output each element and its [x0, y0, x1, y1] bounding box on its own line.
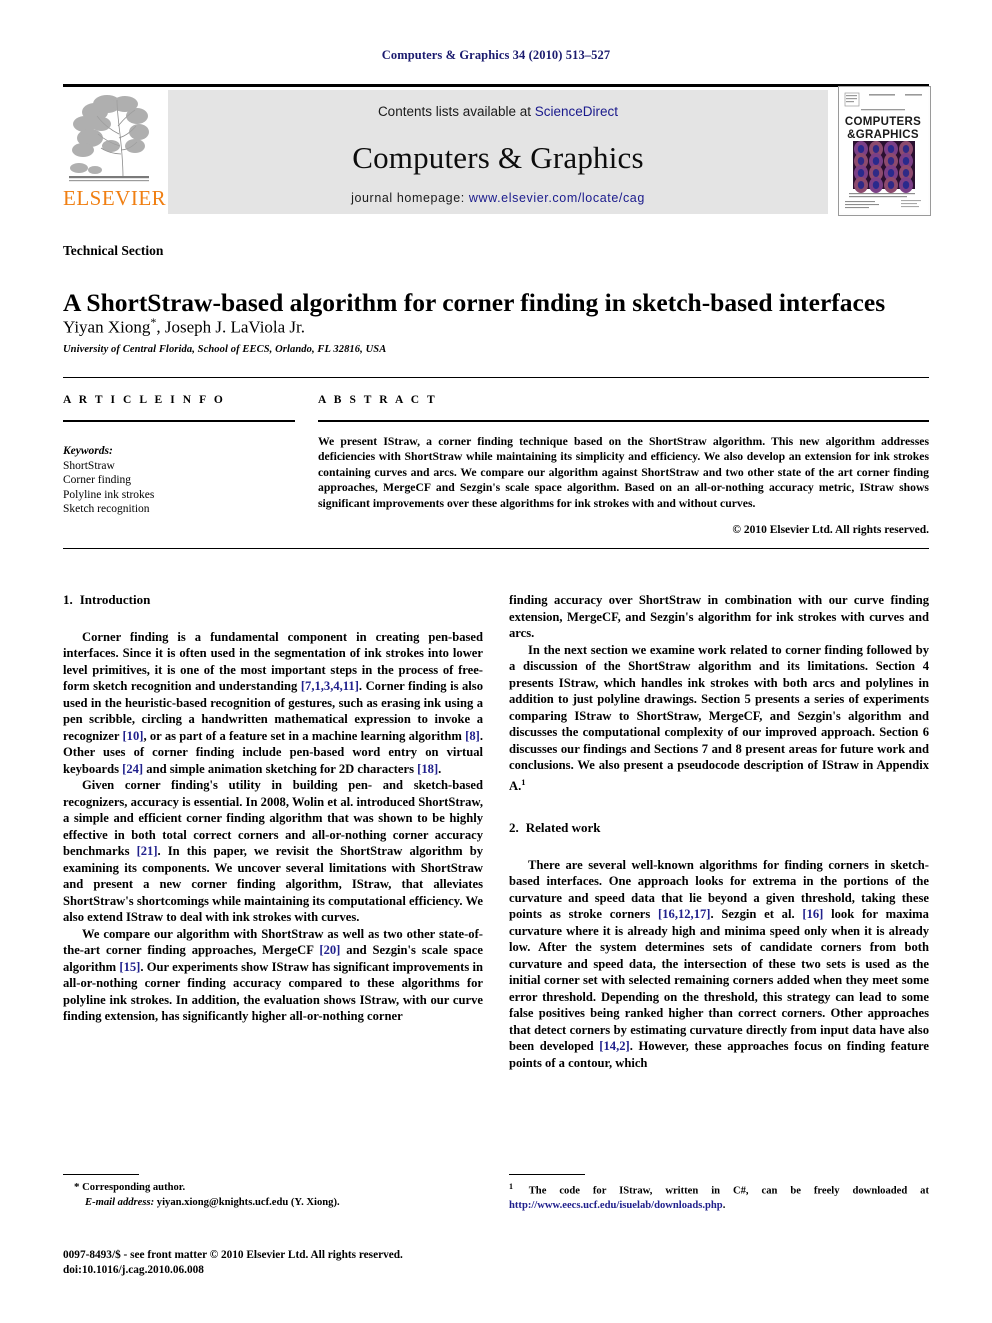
- doi-line: doi:10.1016/j.cag.2010.06.008: [63, 1263, 204, 1276]
- affiliation: University of Central Florida, School of…: [63, 344, 387, 355]
- body-column-right: finding accuracy over ShortStraw in comb…: [509, 592, 929, 1071]
- section-title: Introduction: [79, 592, 151, 607]
- svg-text:COMPUTERS: COMPUTERS: [845, 116, 921, 128]
- footnote-reference[interactable]: 1: [521, 777, 525, 787]
- keywords-label: Keywords:: [63, 445, 113, 457]
- citation-link[interactable]: [8]: [465, 729, 480, 743]
- text-run: .: [438, 761, 442, 776]
- contents-lists-line: Contents lists available at ScienceDirec…: [168, 104, 828, 119]
- page-title: A ShortStraw-based algorithm for corner …: [63, 288, 886, 318]
- keyword-item: Corner finding: [63, 474, 132, 486]
- running-head: Computers & Graphics 34 (2010) 513–527: [381, 48, 611, 62]
- info-band-top-rule: [63, 377, 929, 378]
- citation-link[interactable]: [18]: [417, 762, 438, 776]
- keyword-item: Polyline ink strokes: [63, 488, 155, 501]
- section-heading-related-work: 2. Related work: [509, 820, 929, 837]
- footnote-right: 1 The code for IStraw, written in C#, ca…: [509, 1180, 929, 1214]
- footnote-left: * Corresponding author. E-mail address: …: [63, 1180, 483, 1210]
- section-title: Related work: [525, 820, 601, 836]
- corresponding-author-note: * Corresponding author.: [63, 1180, 483, 1196]
- citation-link[interactable]: [7,1,3,4,11]: [301, 679, 359, 693]
- text-run: The code for IStraw, written in C#, can …: [516, 1185, 929, 1197]
- journal-title: Computers & Graphics: [352, 140, 644, 175]
- article-info-rule: [63, 420, 295, 422]
- section-heading-introduction: 1. Introduction: [63, 592, 483, 609]
- email-label: E-mail address:: [85, 1196, 155, 1208]
- info-band-bottom-rule: [63, 548, 929, 549]
- citation-link[interactable]: [10]: [122, 729, 143, 743]
- abstract-heading: A B S T R A C T: [318, 394, 438, 406]
- contents-prefix: Contents lists available at: [377, 104, 535, 119]
- citation-link[interactable]: [16]: [802, 907, 823, 921]
- text-run: , or as part of a feature set in a machi…: [143, 728, 466, 743]
- issn-line: 0097-8493/$ - see front matter © 2010 El…: [63, 1249, 403, 1261]
- abstract-text: We present IStraw, a corner finding tech…: [318, 435, 929, 510]
- keywords-block: Keywords: ShortStraw Corner finding Poly…: [63, 444, 295, 517]
- elsevier-logo: ELSEVIER: [63, 90, 167, 214]
- text-run: Corresponding author.: [79, 1182, 186, 1193]
- citation-link[interactable]: [20]: [319, 943, 340, 957]
- technical-section-label: Technical Section: [63, 243, 164, 258]
- email-note: E-mail address: yiyan.xiong@knights.ucf.…: [63, 1196, 483, 1211]
- paragraph: In the next section we examine work rela…: [509, 642, 929, 795]
- author-secondary: , Joseph J. LaViola Jr.: [156, 317, 306, 337]
- paragraph-continued: finding accuracy over ShortStraw in comb…: [509, 593, 929, 640]
- journal-masthead: ELSEVIER Contents lists available at Sci…: [63, 84, 931, 216]
- text-run: look for maxima curvature where it is al…: [509, 907, 929, 1054]
- masthead-top-rule: [63, 84, 929, 87]
- abstract-rule: [318, 420, 929, 422]
- journal-cover-thumbnail: COMPUTERS &GRAPHICS: [838, 86, 931, 216]
- footnote-number: 1: [509, 1182, 513, 1191]
- text-run: . Sezgin et al.: [710, 907, 803, 922]
- journal-homepage-link[interactable]: www.elsevier.com/locate/cag: [469, 191, 645, 205]
- issn-block: 0097-8493/$ - see front matter © 2010 El…: [63, 1248, 493, 1277]
- article-page: Computers & Graphics 34 (2010) 513–527 E…: [0, 0, 992, 1323]
- section-number: 2.: [509, 820, 519, 836]
- footnote-rule-left: [63, 1174, 139, 1175]
- keyword-item: Sketch recognition: [63, 503, 150, 515]
- paragraph: Given corner finding's utility in buildi…: [63, 777, 483, 926]
- svg-text:&GRAPHICS: &GRAPHICS: [847, 129, 919, 141]
- body-column-left: 1. Introduction Corner finding is a funda…: [63, 592, 483, 1025]
- citation-link[interactable]: [24]: [122, 762, 143, 776]
- text-run: and simple animation sketching for 2D ch…: [143, 761, 418, 776]
- journal-banner: Contents lists available at ScienceDirec…: [168, 90, 828, 214]
- article-info-heading: A R T I C L E I N F O: [63, 394, 226, 406]
- journal-homepage-line: journal homepage: www.elsevier.com/locat…: [168, 191, 828, 205]
- download-url-link[interactable]: http://www.eecs.ucf.edu/isuelab/download…: [509, 1200, 723, 1211]
- paragraph: Corner finding is a fundamental componen…: [63, 629, 483, 778]
- citation-link[interactable]: [14,2]: [599, 1039, 629, 1053]
- section-number: 1.: [63, 592, 73, 607]
- text-run: In the next section we examine work rela…: [509, 642, 929, 793]
- footnote-rule-right: [509, 1174, 585, 1175]
- elsevier-wordmark: ELSEVIER: [63, 186, 167, 210]
- copyright-line: © 2010 Elsevier Ltd. All rights reserved…: [732, 524, 929, 536]
- elsevier-tree-icon: [65, 90, 153, 184]
- citation-link[interactable]: [16,12,17]: [658, 907, 710, 921]
- citation-link[interactable]: [21]: [137, 844, 158, 858]
- keyword-item: ShortStraw: [63, 459, 115, 472]
- author-primary: Yiyan Xiong: [63, 317, 151, 337]
- email-value[interactable]: yiyan.xiong@knights.ucf.edu (Y. Xiong).: [154, 1197, 340, 1208]
- paragraph: There are several well-known algorithms …: [509, 857, 929, 1072]
- paragraph: We compare our algorithm with ShortStraw…: [63, 926, 483, 1025]
- homepage-prefix: journal homepage:: [351, 191, 469, 205]
- author-list: Yiyan Xiong*, Joseph J. LaViola Jr.: [63, 315, 933, 338]
- text-run: .: [722, 1200, 726, 1212]
- sciencedirect-link[interactable]: ScienceDirect: [535, 104, 618, 119]
- citation-link[interactable]: [15]: [119, 960, 140, 974]
